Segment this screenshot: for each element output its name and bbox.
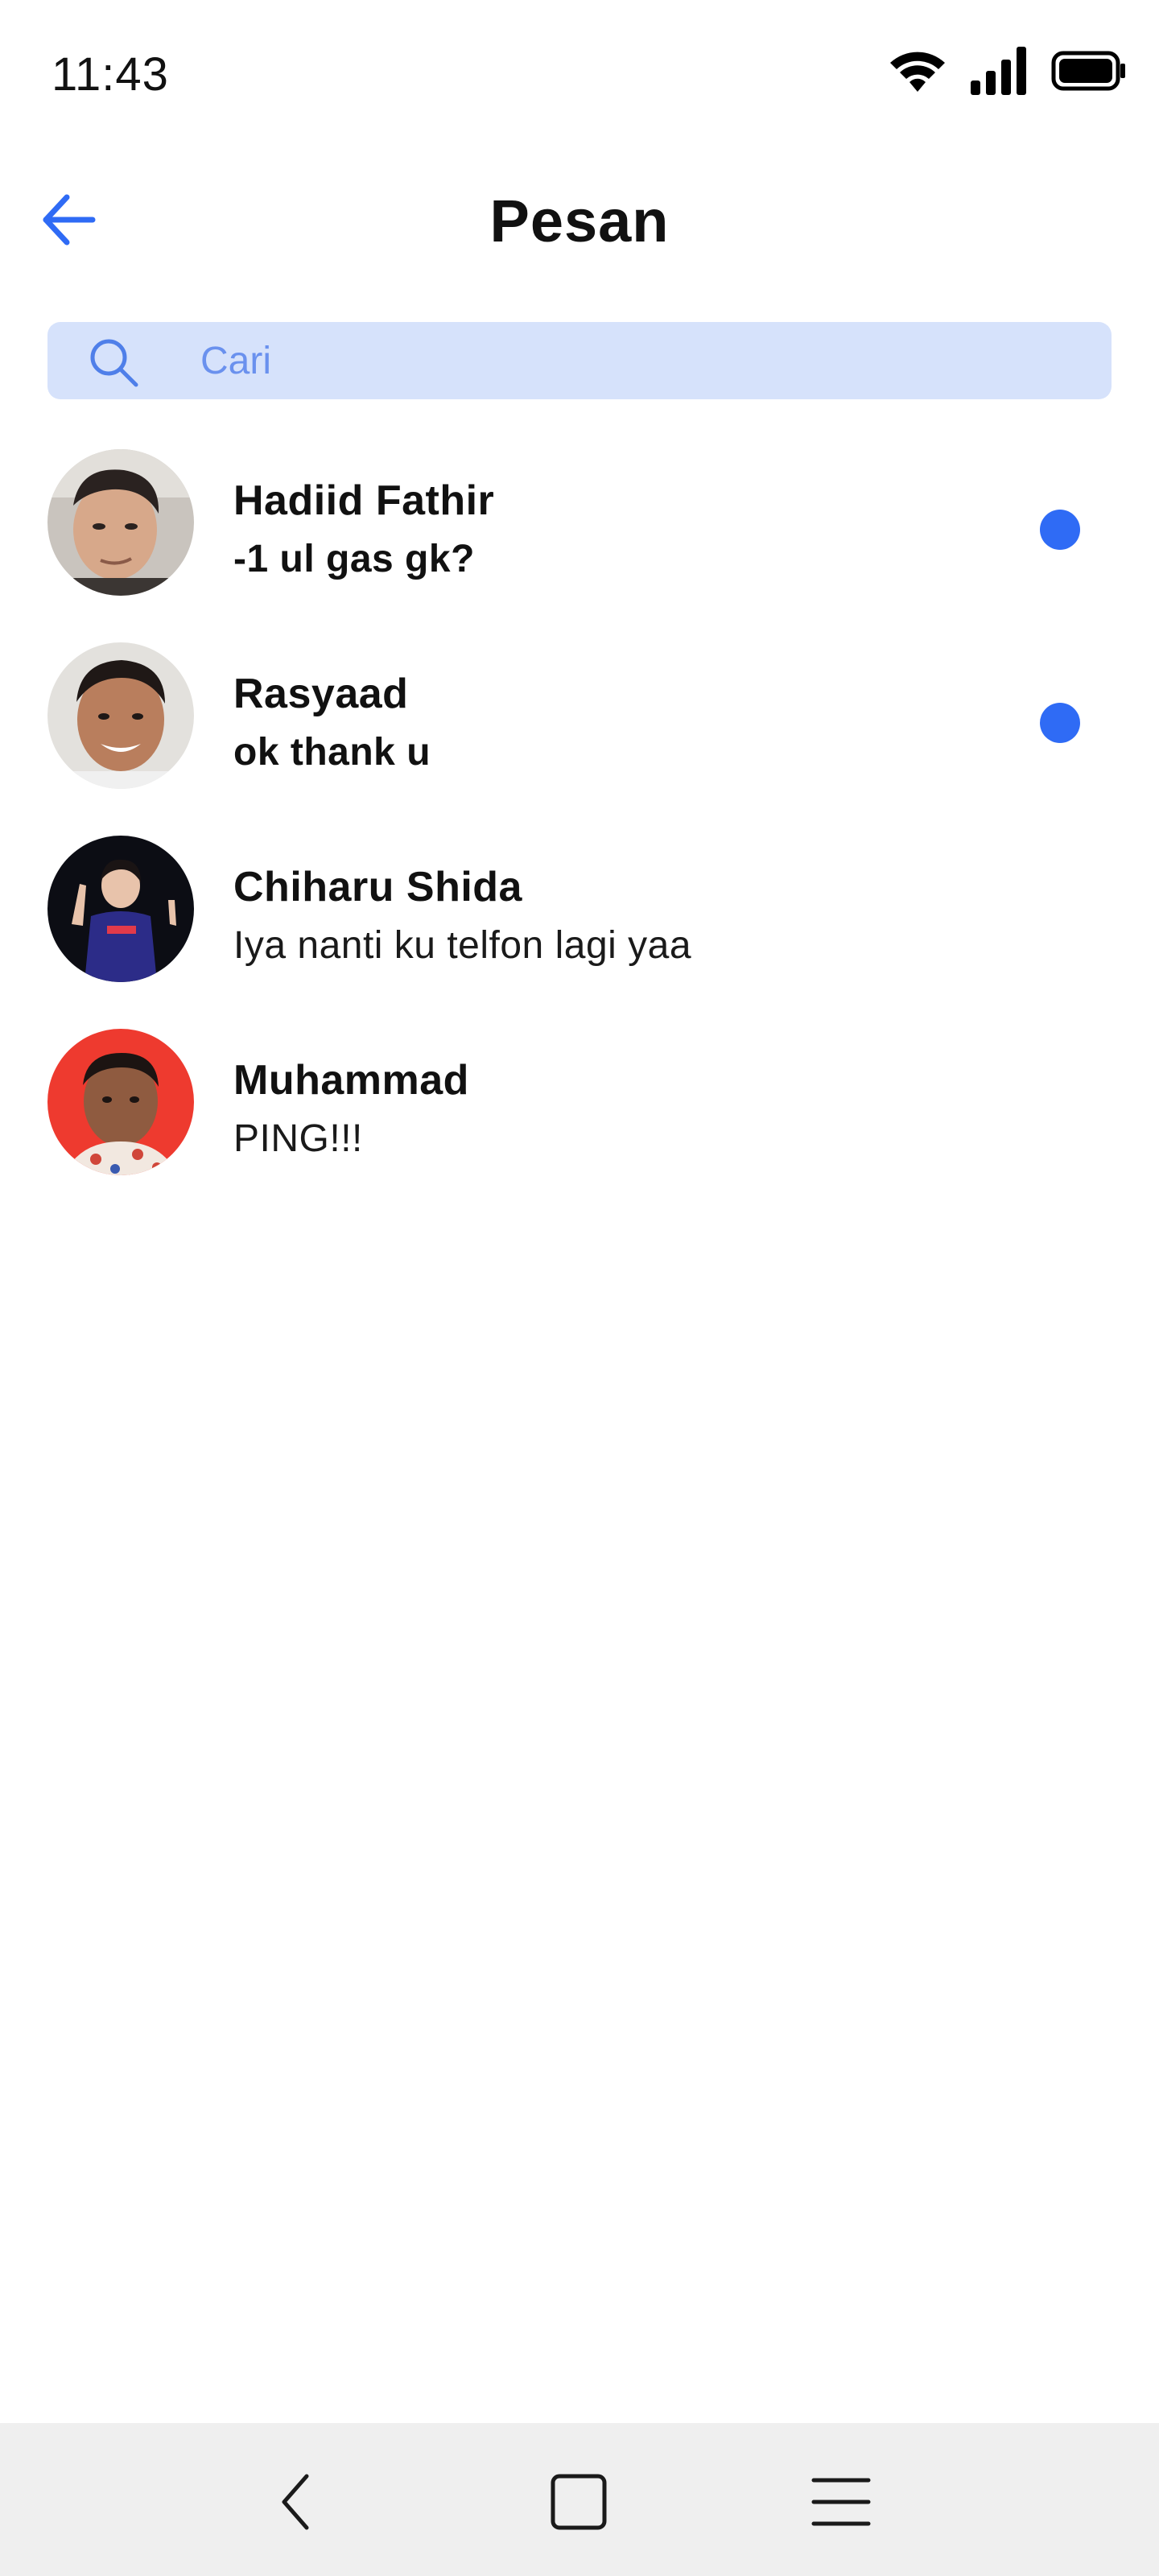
contact-name: Chiharu Shida — [233, 864, 522, 910]
last-message: -1 ul gas gk? — [233, 538, 475, 580]
contact-name: Hadiid Fathir — [233, 477, 495, 524]
contact-name: Rasyaad — [233, 671, 409, 717]
search-bar[interactable] — [47, 322, 1112, 399]
status-icons — [887, 45, 1127, 97]
square-icon — [548, 2471, 609, 2537]
menu-icon — [810, 2474, 872, 2534]
header: Pesan — [0, 161, 1159, 290]
contact-name: Muhammad — [233, 1057, 469, 1104]
unread-indicator — [1040, 510, 1080, 550]
conversation-item[interactable]: Chiharu Shida Iya nanti ku telfon lagi y… — [0, 821, 1159, 1014]
nav-recents-button[interactable] — [805, 2467, 877, 2540]
avatar — [47, 642, 194, 789]
conversation-list: Hadiid Fathir -1 ul gas gk? Rasyaad ok t… — [0, 435, 1159, 1208]
conversation-item[interactable]: Hadiid Fathir -1 ul gas gk? — [0, 435, 1159, 628]
status-time: 11:43 — [52, 48, 169, 101]
last-message: PING!!! — [233, 1117, 363, 1160]
nav-home-button[interactable] — [542, 2467, 615, 2540]
conversation-item[interactable]: Rasyaad ok thank u — [0, 628, 1159, 821]
signal-icon — [969, 45, 1030, 97]
avatar — [47, 836, 194, 982]
avatar — [47, 449, 194, 596]
conversation-item[interactable]: Muhammad PING!!! — [0, 1014, 1159, 1208]
nav-back-button[interactable] — [259, 2467, 332, 2540]
wifi-icon — [887, 45, 948, 97]
last-message: Iya nanti ku telfon lagi yaa — [233, 924, 692, 967]
status-bar: 11:43 — [0, 0, 1159, 153]
unread-indicator — [1040, 703, 1080, 743]
page-title: Pesan — [489, 188, 670, 254]
last-message: ok thank u — [233, 731, 431, 774]
battery-icon — [1051, 49, 1127, 93]
search-icon — [88, 336, 139, 388]
avatar — [47, 1029, 194, 1175]
chevron-left-icon — [271, 2470, 320, 2538]
search-input[interactable] — [200, 322, 1086, 399]
system-nav-bar — [0, 2423, 1159, 2576]
